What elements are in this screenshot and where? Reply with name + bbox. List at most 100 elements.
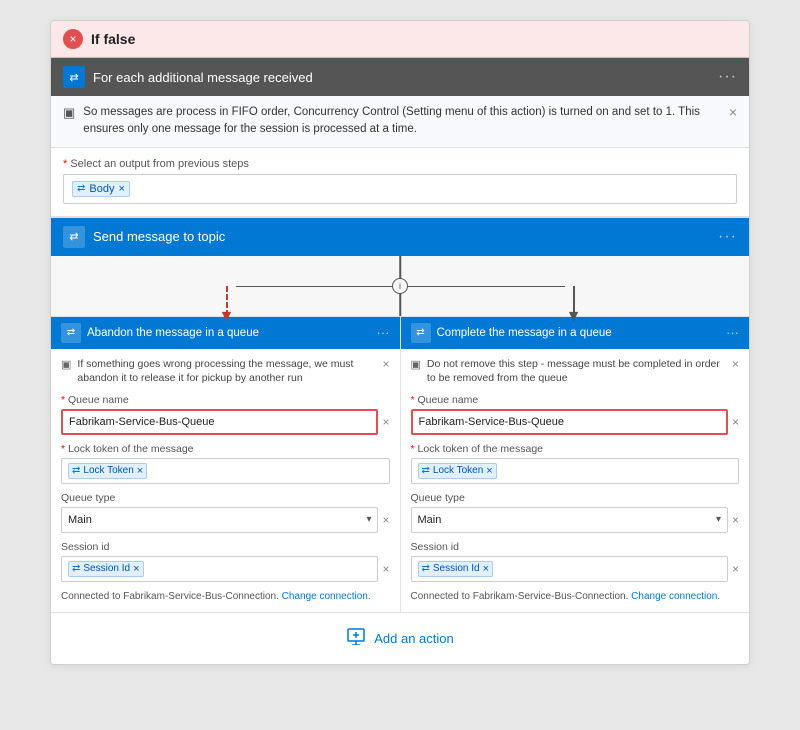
output-tag: ⇄ Body × — [72, 181, 130, 197]
complete-col-title: Complete the message in a queue — [437, 327, 721, 339]
complete-queue-type-select[interactable]: Main ▾ — [411, 507, 728, 533]
abandon-queue-type-label: Queue type — [61, 492, 390, 504]
complete-col-more-button[interactable]: ··· — [726, 325, 739, 340]
complete-session-id-tag: ⇄ Session Id × — [418, 561, 494, 577]
complete-queue-type-row: Main ▾ × — [411, 507, 740, 533]
abandon-queue-type-select[interactable]: Main ▾ — [61, 507, 378, 533]
complete-lock-token-value: Lock Token — [433, 465, 483, 476]
info-banner-close[interactable]: × — [729, 104, 737, 120]
output-label: * Select an output from previous steps — [63, 158, 737, 170]
send-message-icon: ⇄ — [63, 226, 85, 248]
abandon-lock-token-icon: ⇄ — [72, 465, 80, 476]
complete-queue-type-clear[interactable]: × — [732, 513, 739, 527]
foreach-icon-symbol: ⇄ — [69, 71, 78, 84]
complete-queue-type-label: Queue type — [411, 492, 740, 504]
abandon-change-connection[interactable]: Change connection. — [282, 591, 371, 602]
abandon-queue-type-chevron: ▾ — [366, 514, 371, 525]
complete-info-row: ▣ Do not remove this step - message must… — [411, 357, 740, 386]
output-tag-input[interactable]: ⇄ Body × — [63, 174, 737, 204]
complete-queue-name-row: × — [411, 409, 740, 435]
complete-info-text: Do not remove this step - message must b… — [427, 357, 726, 386]
card-body: ⇄ For each additional message received ·… — [51, 58, 749, 664]
add-action-icon — [346, 627, 366, 650]
complete-change-connection[interactable]: Change connection. — [631, 591, 720, 602]
complete-info-close[interactable]: × — [732, 357, 739, 371]
abandon-info-close[interactable]: × — [382, 357, 389, 371]
abandon-lock-token-label: * Lock token of the message — [61, 443, 390, 455]
abandon-session-id-close[interactable]: × — [133, 563, 139, 575]
abandon-lock-token-close[interactable]: × — [137, 465, 143, 477]
complete-session-id-group: Session id ⇄ Session Id × × — [411, 541, 740, 582]
complete-session-id-close[interactable]: × — [483, 563, 489, 575]
add-action-label[interactable]: Add an action — [374, 631, 454, 646]
abandon-session-id-value: Session Id — [83, 563, 130, 574]
abandon-session-id-clear[interactable]: × — [382, 562, 389, 576]
complete-queue-type-chevron: ▾ — [716, 514, 721, 525]
complete-lock-token-label: * Lock token of the message — [411, 443, 740, 455]
send-message-title: Send message to topic — [93, 229, 710, 244]
abandon-lock-token-row: ⇄ Lock Token × — [61, 458, 390, 484]
complete-lock-token-close[interactable]: × — [486, 465, 492, 477]
complete-lock-token-input[interactable]: ⇄ Lock Token × — [411, 458, 740, 484]
connector-area: i ▼ ▼ — [51, 256, 749, 316]
abandon-lock-token-group: * Lock token of the message ⇄ Lock Token… — [61, 443, 390, 484]
abandon-connected-text: Connected to Fabrikam-Service-Bus-Connec… — [61, 590, 390, 604]
send-message-more-button[interactable]: ··· — [718, 228, 737, 246]
abandon-queue-name-row: × — [61, 409, 390, 435]
abandon-queue-type-group: Queue type Main ▾ × — [61, 492, 390, 533]
info-banner: ▣ So messages are process in FIFO order,… — [51, 96, 749, 148]
complete-session-id-value: Session Id — [433, 563, 480, 574]
abandon-col: ⇄ Abandon the message in a queue ··· ▣ I… — [51, 317, 401, 612]
foreach-more-button[interactable]: ··· — [718, 68, 737, 86]
abandon-session-id-input[interactable]: ⇄ Session Id × — [61, 556, 378, 582]
complete-col: ⇄ Complete the message in a queue ··· ▣ … — [401, 317, 750, 612]
complete-session-id-icon: ⇄ — [422, 563, 430, 574]
abandon-info-icon: ▣ — [61, 358, 71, 371]
abandon-session-id-icon: ⇄ — [72, 563, 80, 574]
arrow-right-down: ▼ — [566, 308, 582, 326]
abandon-lock-token-tag: ⇄ Lock Token × — [68, 463, 147, 479]
abandon-col-body: ▣ If something goes wrong processing the… — [51, 349, 400, 612]
if-false-header: × If false — [51, 21, 749, 58]
complete-queue-type-group: Queue type Main ▾ × — [411, 492, 740, 533]
connector-info-symbol: i — [399, 281, 401, 291]
send-message-header: ⇄ Send message to topic ··· — [51, 218, 749, 256]
connector-info-circle: i — [392, 278, 408, 294]
complete-lock-token-icon: ⇄ — [422, 465, 430, 476]
page-title: If false — [91, 31, 135, 47]
complete-queue-name-label: * Queue name — [411, 394, 740, 406]
output-tag-value: Body — [89, 183, 114, 195]
abandon-lock-token-input[interactable]: ⇄ Lock Token × — [61, 458, 390, 484]
abandon-queue-name-group: * Queue name × — [61, 394, 390, 435]
abandon-session-id-label: Session id — [61, 541, 390, 553]
close-button[interactable]: × — [63, 29, 83, 49]
abandon-queue-name-clear[interactable]: × — [382, 415, 389, 429]
abandon-queue-type-clear[interactable]: × — [382, 513, 389, 527]
info-banner-text: So messages are process in FIFO order, C… — [83, 104, 721, 139]
abandon-info-row: ▣ If something goes wrong processing the… — [61, 357, 390, 386]
complete-queue-name-group: * Queue name × — [411, 394, 740, 435]
output-section: * Select an output from previous steps ⇄… — [51, 148, 749, 217]
complete-lock-token-group: * Lock token of the message ⇄ Lock Token… — [411, 443, 740, 484]
foreach-title: For each additional message received — [93, 70, 710, 85]
arrow-left-down: ▼ — [219, 308, 235, 326]
complete-queue-name-input[interactable] — [411, 409, 728, 435]
complete-session-id-input[interactable]: ⇄ Session Id × — [411, 556, 728, 582]
abandon-queue-name-label: * Queue name — [61, 394, 390, 406]
abandon-session-id-group: Session id ⇄ Session Id × × — [61, 541, 390, 582]
abandon-info-text: If something goes wrong processing the m… — [77, 357, 376, 386]
complete-queue-name-clear[interactable]: × — [732, 415, 739, 429]
complete-session-id-row: ⇄ Session Id × × — [411, 556, 740, 582]
complete-col-icon: ⇄ — [411, 323, 431, 343]
abandon-lock-token-value: Lock Token — [83, 465, 133, 476]
abandon-queue-name-input[interactable] — [61, 409, 378, 435]
info-icon: ▣ — [63, 105, 75, 121]
add-action-footer: Add an action — [51, 612, 749, 664]
foreach-icon: ⇄ — [63, 66, 85, 88]
abandon-col-more-button[interactable]: ··· — [377, 325, 390, 340]
complete-session-id-clear[interactable]: × — [732, 562, 739, 576]
complete-lock-token-tag: ⇄ Lock Token × — [418, 463, 497, 479]
abandon-col-title: Abandon the message in a queue — [87, 327, 371, 339]
output-tag-close[interactable]: × — [118, 183, 124, 195]
abandon-queue-type-row: Main ▾ × — [61, 507, 390, 533]
